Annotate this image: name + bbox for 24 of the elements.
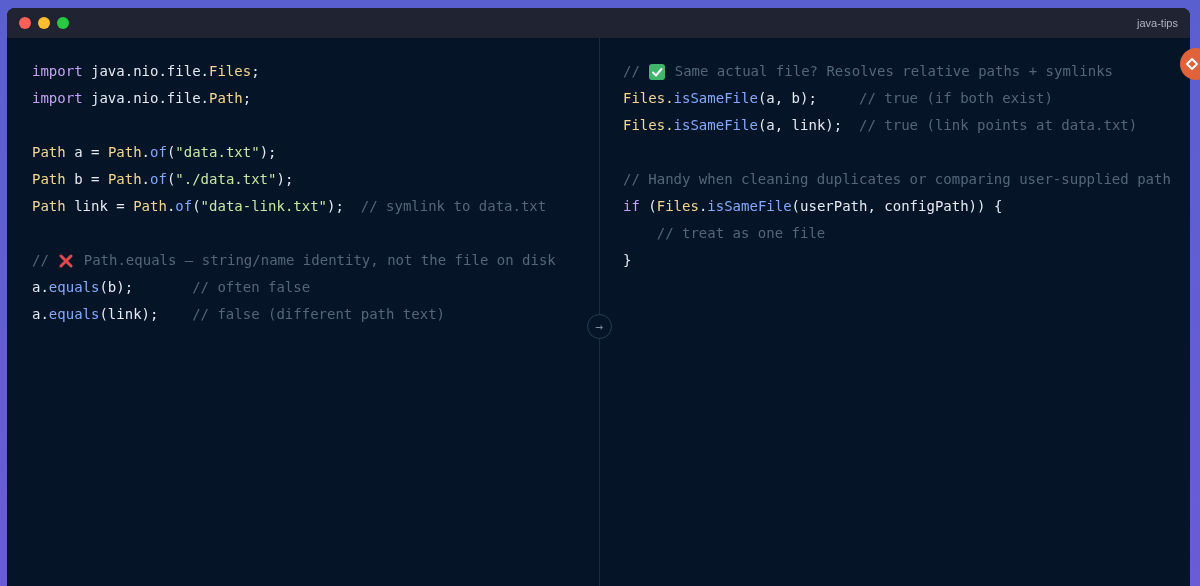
code-comment: Path.equals — string/name identity, not the file on disk xyxy=(82,251,556,270)
code-line: Path a = Path.of("data.txt"); xyxy=(32,143,277,162)
code-comment: // xyxy=(32,251,50,270)
code-line: import java.nio.file.Path; xyxy=(32,89,252,108)
check-mark-icon xyxy=(649,63,666,80)
window-title: java-tips xyxy=(1137,15,1178,31)
code-comment: Same actual file? Resolves relative paths + symlinks xyxy=(673,62,1114,81)
code-line: } xyxy=(623,251,632,270)
code-line: a.equals(b); // often false xyxy=(32,278,311,297)
maximize-button[interactable] xyxy=(57,17,69,29)
code-line: Path link = Path.of("data-link.txt"); // symlink to data.txt xyxy=(32,197,547,216)
minimize-button[interactable] xyxy=(38,17,50,29)
code-line: // treat as one file xyxy=(655,224,826,243)
code-line: import java.nio.file.Files; xyxy=(32,62,260,81)
code-line: if (Files.isSameFile(userPath, configPath)) { xyxy=(623,197,1003,216)
code-line: Path b = Path.of("./data.txt"); xyxy=(32,170,294,189)
code-line: // Handy when cleaning duplicates or comparing user-supplied path xyxy=(623,170,1171,189)
code-line: Files.isSameFile(a, link); // true (link points at data.txt) xyxy=(623,116,1138,135)
close-button[interactable] xyxy=(19,17,31,29)
code-line: a.equals(link); // false (different path text) xyxy=(32,305,446,324)
code-line: Files.isSameFile(a, b); // true (if both exist) xyxy=(623,89,1053,108)
cross-mark-icon xyxy=(58,252,75,269)
code-comment: // xyxy=(623,62,641,81)
arrow-button[interactable]: → xyxy=(587,314,612,339)
